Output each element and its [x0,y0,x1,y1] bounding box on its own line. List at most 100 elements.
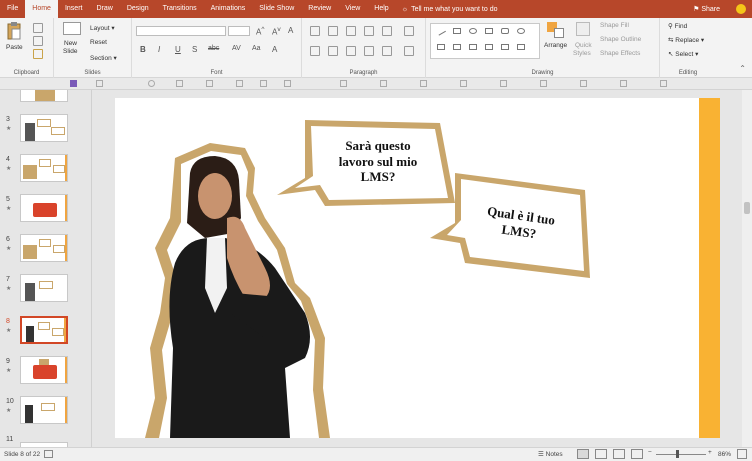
format-painter-icon[interactable] [33,49,43,59]
layout-button[interactable]: Layout ▾ [90,24,115,32]
font-size-input[interactable] [228,26,250,36]
bold-button[interactable]: B [140,45,146,54]
copy-icon[interactable] [33,36,43,46]
collapse-ribbon-icon[interactable]: ⌃ [739,64,746,73]
justify-icon[interactable] [364,46,374,56]
section-button[interactable]: Section ▾ [90,54,117,62]
tab-slide-show[interactable]: Slide Show [252,0,301,18]
underline-button[interactable]: U [175,45,181,54]
zoom-out-button[interactable]: − [648,449,652,456]
bring-forward-icon[interactable] [540,80,547,87]
slide-sorter-icon[interactable] [595,449,607,459]
text-tool-icon[interactable] [206,80,213,87]
thumbnail-item-2[interactable] [0,90,91,114]
numbering-icon[interactable] [328,26,338,36]
tab-review[interactable]: Review [301,0,338,18]
font-color-icon[interactable]: A [272,45,277,54]
line-shape-icon[interactable] [436,26,446,36]
tab-help[interactable]: Help [367,0,395,18]
tab-file[interactable]: File [0,0,25,18]
reading-view-icon[interactable] [613,449,625,459]
share-button[interactable]: ⚑ Share [693,5,720,13]
selection-pane-icon[interactable] [620,80,627,87]
thumbnail-item-11[interactable]: 11 [0,434,91,447]
fit-to-window-icon[interactable] [737,449,747,459]
select-button[interactable]: ↖ Select ▾ [668,50,698,58]
spellcheck-icon[interactable] [44,450,53,458]
shapes-gallery[interactable] [430,23,540,59]
tab-animations[interactable]: Animations [204,0,253,18]
tab-view[interactable]: View [338,0,367,18]
oval-shape-icon[interactable] [469,28,477,34]
thumbnail-item-9[interactable]: 9 ★ [0,356,91,396]
shape-effects-button[interactable]: Shape Effects [600,50,640,57]
rounded-rect-shape-icon[interactable] [501,28,509,34]
tab-transitions[interactable]: Transitions [156,0,204,18]
replace-button[interactable]: ⇆ Replace ▾ [668,36,704,44]
thumbnail-item-8[interactable]: 8 ★ [0,316,91,356]
zoom-in-button[interactable]: + [708,449,712,456]
shape-outline-button[interactable]: Shape Outline [600,36,641,43]
thumbnail-item-6[interactable]: 6 ★ [0,234,91,274]
bullets-icon[interactable] [310,26,320,36]
text-direction-icon[interactable] [404,26,414,36]
decrease-font-icon[interactable]: Av [272,26,281,37]
thumbnail-item-5[interactable]: 5 ★ [0,194,91,234]
oval-tool-icon[interactable] [148,80,155,87]
feedback-smiley-icon[interactable] [736,4,746,14]
quick-styles-button[interactable]: Quick Styles [572,22,594,62]
undo-icon[interactable] [96,80,103,87]
rectangle-shape-icon[interactable] [453,28,461,34]
decrease-indent-icon[interactable] [346,26,356,36]
tab-insert[interactable]: Insert [58,0,90,18]
slide-canvas[interactable]: Sarà questo lavoro sul mio LMS? Qual è i… [115,98,720,438]
star-shape-icon[interactable] [485,44,493,50]
down-arrow-shape-icon[interactable] [501,44,509,50]
crop-icon[interactable] [500,80,507,87]
customize-toolbar-icon[interactable] [660,80,667,87]
tab-draw[interactable]: Draw [89,0,119,18]
clear-format-icon[interactable]: A [288,26,293,35]
line-tool-icon[interactable] [176,80,183,87]
shadow-button[interactable]: S [192,45,197,54]
triangle-shape-icon[interactable] [437,44,445,50]
tab-home[interactable]: Home [25,0,58,18]
bracket-shape-icon[interactable] [453,44,461,50]
increase-font-icon[interactable]: A^ [256,26,264,37]
superscript-icon[interactable] [284,80,291,87]
normal-view-icon[interactable] [577,449,589,459]
slideshow-icon[interactable] [631,449,643,459]
group-icon[interactable] [380,80,387,87]
find-button[interactable]: ⚲ Find [668,22,687,30]
font-color-tool-icon[interactable] [236,80,243,87]
brace-shape-icon[interactable] [469,44,477,50]
paste-button[interactable]: Paste [6,22,26,52]
circle-shape-icon[interactable] [517,28,525,34]
rotate-icon[interactable] [460,80,467,87]
zoom-level[interactable]: 86% [718,451,731,458]
line-spacing-icon[interactable] [382,26,392,36]
callout-shape-icon[interactable] [517,44,525,50]
thumbnail-item-4[interactable]: 4 ★ [0,154,91,194]
new-slide-button[interactable]: New Slide [60,22,84,62]
shape-fill-button[interactable]: Shape Fill [600,22,629,29]
change-case-button[interactable]: Aa [252,45,261,52]
tell-me-box[interactable]: ☼ Tell me what you want to do [402,6,498,13]
send-backward-icon[interactable] [580,80,587,87]
char-spacing-button[interactable]: AV [232,45,241,52]
subscript-icon[interactable] [260,80,267,87]
arrow-shape-icon[interactable] [485,28,493,34]
smartart-icon[interactable] [404,46,414,56]
align-tool-icon[interactable] [420,80,427,87]
arrange-button[interactable]: Arrange [544,22,568,62]
notes-button[interactable]: ☰ Notes [538,450,563,458]
columns-icon[interactable] [382,46,392,56]
strikethrough-button[interactable]: abc [208,45,219,52]
reset-button[interactable]: Reset [90,39,107,46]
thumbnail-item-7[interactable]: 7 ★ [0,274,91,314]
thumbnail-item-10[interactable]: 10 ★ [0,396,91,436]
cut-icon[interactable] [33,23,43,33]
tab-design[interactable]: Design [120,0,156,18]
save-icon[interactable] [70,80,77,87]
align-right-icon[interactable] [346,46,356,56]
